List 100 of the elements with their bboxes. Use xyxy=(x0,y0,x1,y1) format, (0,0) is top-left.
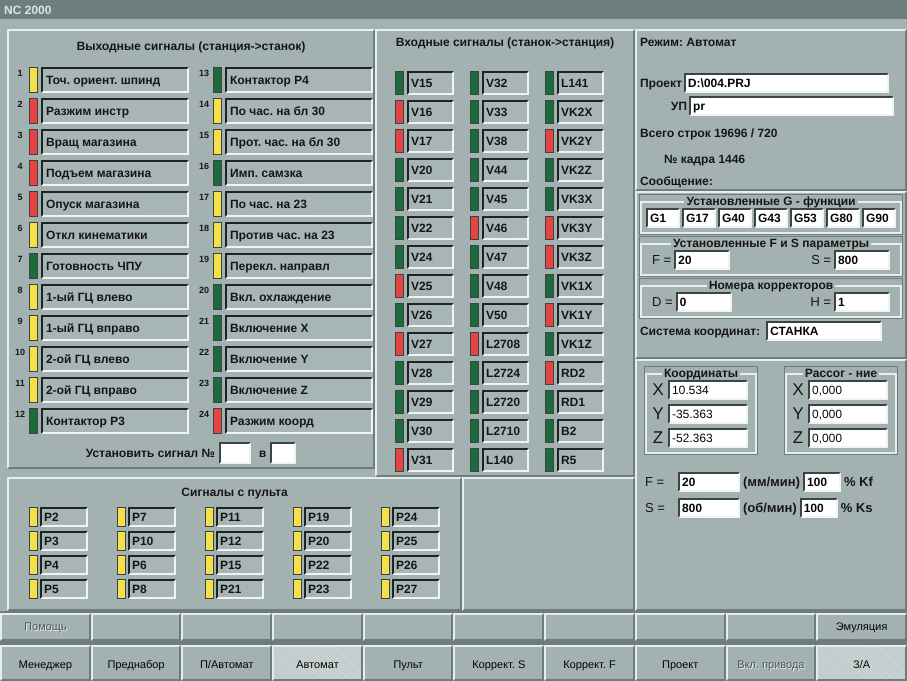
signal-label: VK2Y xyxy=(557,129,604,153)
signal-label: P26 xyxy=(392,555,440,575)
function-key[interactable]: З/А xyxy=(816,645,907,681)
function-key[interactable]: Менеджер xyxy=(0,645,91,681)
input-field[interactable]: 800 xyxy=(678,498,740,518)
signal-label: V33 xyxy=(482,100,529,124)
signal-label: L141 xyxy=(557,71,604,95)
function-key[interactable]: Коррект. S xyxy=(453,645,544,681)
signal-label: P19 xyxy=(304,507,352,527)
signal-label: Прот. час. на бл 30 xyxy=(225,129,373,155)
signal-number: 12 xyxy=(14,408,26,421)
signal-label: P23 xyxy=(304,579,352,599)
input-field[interactable]: 1 xyxy=(834,292,890,312)
mode-label: Режим: Автомат xyxy=(640,34,738,51)
signal-label: По час. на 23 xyxy=(225,191,373,217)
input-field[interactable]: 100 xyxy=(800,498,838,518)
function-key[interactable]: Эмуляция xyxy=(816,613,907,641)
group-title: Установленные F и S параметры xyxy=(672,237,870,250)
function-key[interactable]: Проект xyxy=(634,645,726,681)
function-key[interactable]: Пульт xyxy=(362,645,454,681)
signal-label: 1-ый ГЦ вправо xyxy=(41,315,189,341)
signal-label: V27 xyxy=(407,332,454,356)
signal-label: V50 xyxy=(482,303,529,327)
signal-label: P22 xyxy=(304,555,352,575)
g-code-field[interactable]: G53 xyxy=(790,208,824,228)
signal-label: P4 xyxy=(40,555,88,575)
input-field[interactable]: -35.363 xyxy=(668,404,748,424)
signal-label: Подъем магазина xyxy=(41,160,189,186)
factor-label: % Kf xyxy=(844,473,873,492)
signal-label: P2 xyxy=(40,507,88,527)
signal-label: Точ. ориент. шпинд xyxy=(41,67,189,93)
input-field[interactable]: 0,000 xyxy=(808,380,888,400)
function-key[interactable]: Автомат xyxy=(272,645,363,681)
signal-number: 15 xyxy=(198,129,210,142)
signal-label: V16 xyxy=(407,100,454,124)
signal-label: P27 xyxy=(392,579,440,599)
input-field[interactable]: D:\004.PRJ xyxy=(684,73,889,93)
total-lines-label: Всего строк 19696 / 720 xyxy=(640,125,778,142)
g-code-field[interactable]: G80 xyxy=(826,208,860,228)
blank-function-key[interactable] xyxy=(90,613,182,641)
input-field[interactable]: pr xyxy=(689,96,894,116)
signal-label: P3 xyxy=(40,531,88,551)
signal-label: По час. на бл 30 xyxy=(225,98,373,124)
field-label: S = xyxy=(811,251,831,270)
g-code-field[interactable]: G40 xyxy=(718,208,752,228)
g-code-field[interactable]: G90 xyxy=(862,208,896,228)
signal-label: V48 xyxy=(482,274,529,298)
signal-label: P20 xyxy=(304,531,352,551)
input-field[interactable]: 100 xyxy=(802,472,841,492)
signal-label: Откл кинематики xyxy=(41,222,189,248)
function-key[interactable]: Преднабор xyxy=(90,645,182,681)
input-field[interactable]: СТАНКА xyxy=(766,321,882,341)
signal-label: B2 xyxy=(557,419,604,443)
input-field[interactable]: 20 xyxy=(678,472,740,492)
signal-label: Разжим коорд xyxy=(225,408,373,434)
signal-number-field[interactable] xyxy=(218,442,251,464)
signal-label: 2-ой ГЦ вправо xyxy=(41,377,189,403)
signal-label: P11 xyxy=(216,507,264,527)
signal-label: VK2Z xyxy=(557,158,604,182)
g-code-field[interactable]: G17 xyxy=(682,208,716,228)
input-field[interactable]: 0,000 xyxy=(808,428,888,448)
signal-value-field[interactable] xyxy=(270,442,296,464)
axis-label: Y xyxy=(791,405,805,423)
g-code-field[interactable]: G1 xyxy=(646,208,680,228)
signal-label: P5 xyxy=(40,579,88,599)
axis-label: Y xyxy=(651,405,665,423)
field-label: H = xyxy=(810,293,831,312)
blank-function-key[interactable] xyxy=(726,613,816,641)
signal-number: 21 xyxy=(198,315,210,328)
signal-label: V24 xyxy=(407,245,454,269)
input-field[interactable]: -52.363 xyxy=(668,428,748,448)
signal-number: 24 xyxy=(198,408,210,421)
blank-function-key[interactable] xyxy=(272,613,363,641)
panel-title: Входные сигналы (станок->станция) xyxy=(394,34,616,51)
signal-label: P25 xyxy=(392,531,440,551)
blank-function-key[interactable] xyxy=(181,613,272,641)
input-field[interactable]: 0,000 xyxy=(808,404,888,424)
blank-function-key[interactable] xyxy=(634,613,726,641)
signal-number: 13 xyxy=(198,67,210,80)
input-field[interactable]: 0 xyxy=(676,292,732,312)
axis-label: Z xyxy=(792,429,804,447)
blank-function-key[interactable] xyxy=(544,613,635,641)
input-field[interactable]: 10.534 xyxy=(668,380,748,400)
signal-label: V47 xyxy=(482,245,529,269)
signal-label: 1-ый ГЦ влево xyxy=(41,284,189,310)
function-key[interactable]: Коррект. F xyxy=(544,645,635,681)
signal-label: V31 xyxy=(407,448,454,472)
input-field[interactable]: 20 xyxy=(674,250,730,270)
signal-label: P12 xyxy=(216,531,264,551)
signal-label: Против час. на 23 xyxy=(225,222,373,248)
g-code-field[interactable]: G43 xyxy=(754,208,788,228)
function-key[interactable]: П/Автомат xyxy=(181,645,272,681)
signal-label: R5 xyxy=(557,448,604,472)
blank-function-key[interactable] xyxy=(362,613,454,641)
signal-label: Включение Z xyxy=(225,377,373,403)
field-label: Проект xyxy=(640,75,682,92)
signal-label: VK2X xyxy=(557,100,604,124)
input-field[interactable]: 800 xyxy=(834,250,890,270)
signal-label: Перекл. направл xyxy=(225,253,373,279)
blank-function-key[interactable] xyxy=(453,613,544,641)
